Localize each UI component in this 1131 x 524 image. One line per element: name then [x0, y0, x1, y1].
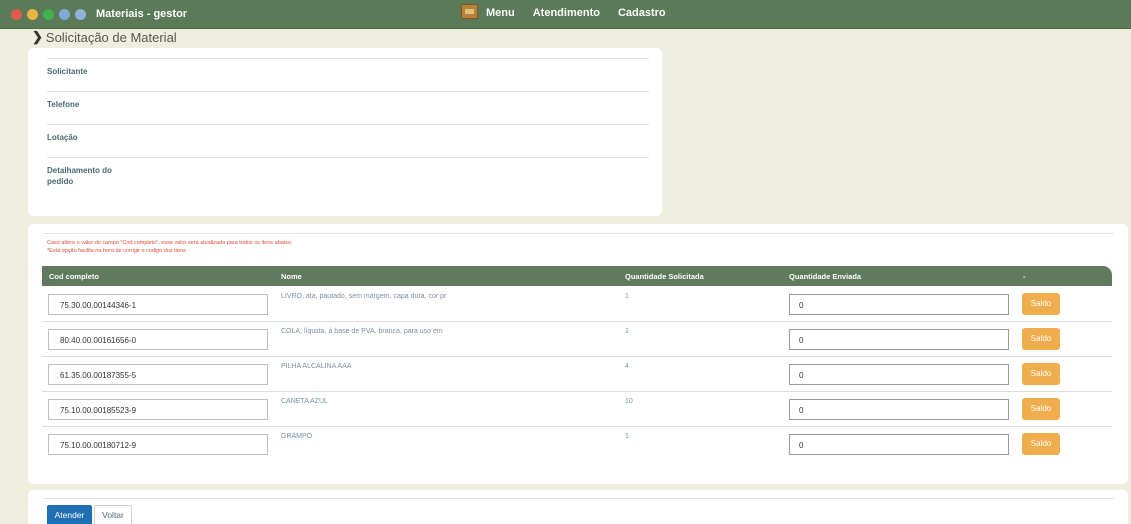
saldo-button[interactable]: Saldo [1022, 328, 1060, 350]
item-qtd-solicitada: 1 [625, 328, 629, 335]
saldo-button[interactable]: Saldo [1022, 293, 1060, 315]
table-row: 75.30.00.00144346-1 LIVRO, ata, pautado,… [42, 287, 1112, 322]
col-actions: - [1023, 272, 1026, 281]
chevron-right-icon: ❯ [32, 29, 43, 44]
info-note: Caso altere o valor do campo "Cod comple… [47, 239, 292, 255]
window-controls [11, 9, 86, 20]
item-qtd-solicitada: 1 [625, 293, 629, 300]
col-nome: Nome [281, 272, 302, 281]
cod-completo-input[interactable]: 80.40.00.00161656-0 [48, 329, 268, 350]
cod-completo-input[interactable]: 61.35.00.00187355-5 [48, 364, 268, 385]
saldo-button[interactable]: Saldo [1022, 363, 1060, 385]
window-title: Materiais - gestor [96, 8, 188, 20]
qtd-enviada-input[interactable]: 0 [789, 399, 1009, 420]
maximize-window-icon[interactable] [43, 9, 54, 20]
nav-cadastro[interactable]: Cadastro [618, 7, 666, 19]
table-header: Cod completo Nome Quantidade Solicitada … [42, 266, 1112, 286]
refresh-icon[interactable] [75, 9, 86, 20]
table-row: 80.40.00.00161656-0 COLA, líquida, à bas… [42, 322, 1112, 357]
saldo-button[interactable]: Saldo [1022, 398, 1060, 420]
table-row: 75.10.00.00180712-9 GRAMPO 1 0 Saldo [42, 427, 1112, 462]
item-nome: COLA, líquida, à base de PVA, branca, pa… [281, 328, 443, 335]
field-label: Lotação [47, 133, 78, 142]
cod-completo-input[interactable]: 75.30.00.00144346-1 [48, 294, 268, 315]
field-label: Solicitante [47, 67, 88, 76]
cod-completo-input[interactable]: 75.10.00.00185523-9 [48, 399, 268, 420]
minimize-window-icon[interactable] [27, 9, 38, 20]
request-info-card: Solicitante Telefone Lotação Detalhament… [28, 48, 662, 216]
title-bar: Materiais - gestor Menu Atendimento Cada… [0, 0, 1131, 29]
item-nome: LIVRO, ata, pautado, sem margem, capa du… [281, 293, 447, 300]
nav-atendimento[interactable]: Atendimento [533, 7, 600, 19]
table-row: 75.10.00.00185523-9 CANETA AZUL 10 0 Sal… [42, 392, 1112, 427]
item-nome: PILHA ALCALINA AAA [281, 363, 352, 370]
item-nome: GRAMPO [281, 433, 313, 440]
table-row: 61.35.00.00187355-5 PILHA ALCALINA AAA 4… [42, 357, 1112, 392]
voltar-button[interactable]: Voltar [94, 505, 132, 524]
qtd-enviada-input[interactable]: 0 [789, 364, 1009, 385]
items-card: Caso altere o valor do campo "Cod comple… [28, 224, 1128, 484]
item-qtd-solicitada: 1 [625, 433, 629, 440]
nav-menu[interactable]: Menu [486, 7, 515, 19]
page-title: Solicitação de Material [45, 29, 177, 45]
breadcrumb: ❯ Solicitação de Material [32, 29, 177, 45]
close-window-icon[interactable] [11, 9, 22, 20]
qtd-enviada-input[interactable]: 0 [789, 329, 1009, 350]
divider [43, 233, 1114, 234]
item-qtd-solicitada: 10 [625, 398, 633, 405]
back-icon[interactable] [59, 9, 70, 20]
field-solicitante: Solicitante [47, 58, 649, 91]
item-nome: CANETA AZUL [281, 398, 328, 405]
item-qtd-solicitada: 4 [625, 363, 629, 370]
col-quantidade-solicitada: Quantidade Solicitada [625, 272, 704, 281]
field-detalhamento: Detalhamento do pedido [47, 157, 649, 197]
note-line: *Está opção facilita na hora de corrigir… [47, 248, 186, 254]
divider [43, 498, 1114, 499]
saldo-button[interactable]: Saldo [1022, 433, 1060, 455]
actions-card: Atender Voltar [28, 490, 1128, 524]
note-line: Caso altere o valor do campo "Cod comple… [47, 240, 293, 246]
field-telefone: Telefone [47, 91, 649, 124]
col-cod-completo: Cod completo [49, 272, 99, 281]
qtd-enviada-input[interactable]: 0 [789, 294, 1009, 315]
col-quantidade-enviada: Quantidade Enviada [789, 272, 862, 281]
qtd-enviada-input[interactable]: 0 [789, 434, 1009, 455]
atender-button[interactable]: Atender [47, 505, 92, 524]
menu-box-icon[interactable] [461, 4, 478, 19]
field-lotacao: Lotação [47, 124, 649, 157]
cod-completo-input[interactable]: 75.10.00.00180712-9 [48, 434, 268, 455]
field-label: Detalhamento do pedido [47, 166, 112, 186]
field-label: Telefone [47, 100, 80, 109]
top-navigation: Menu Atendimento Cadastro [461, 4, 684, 19]
